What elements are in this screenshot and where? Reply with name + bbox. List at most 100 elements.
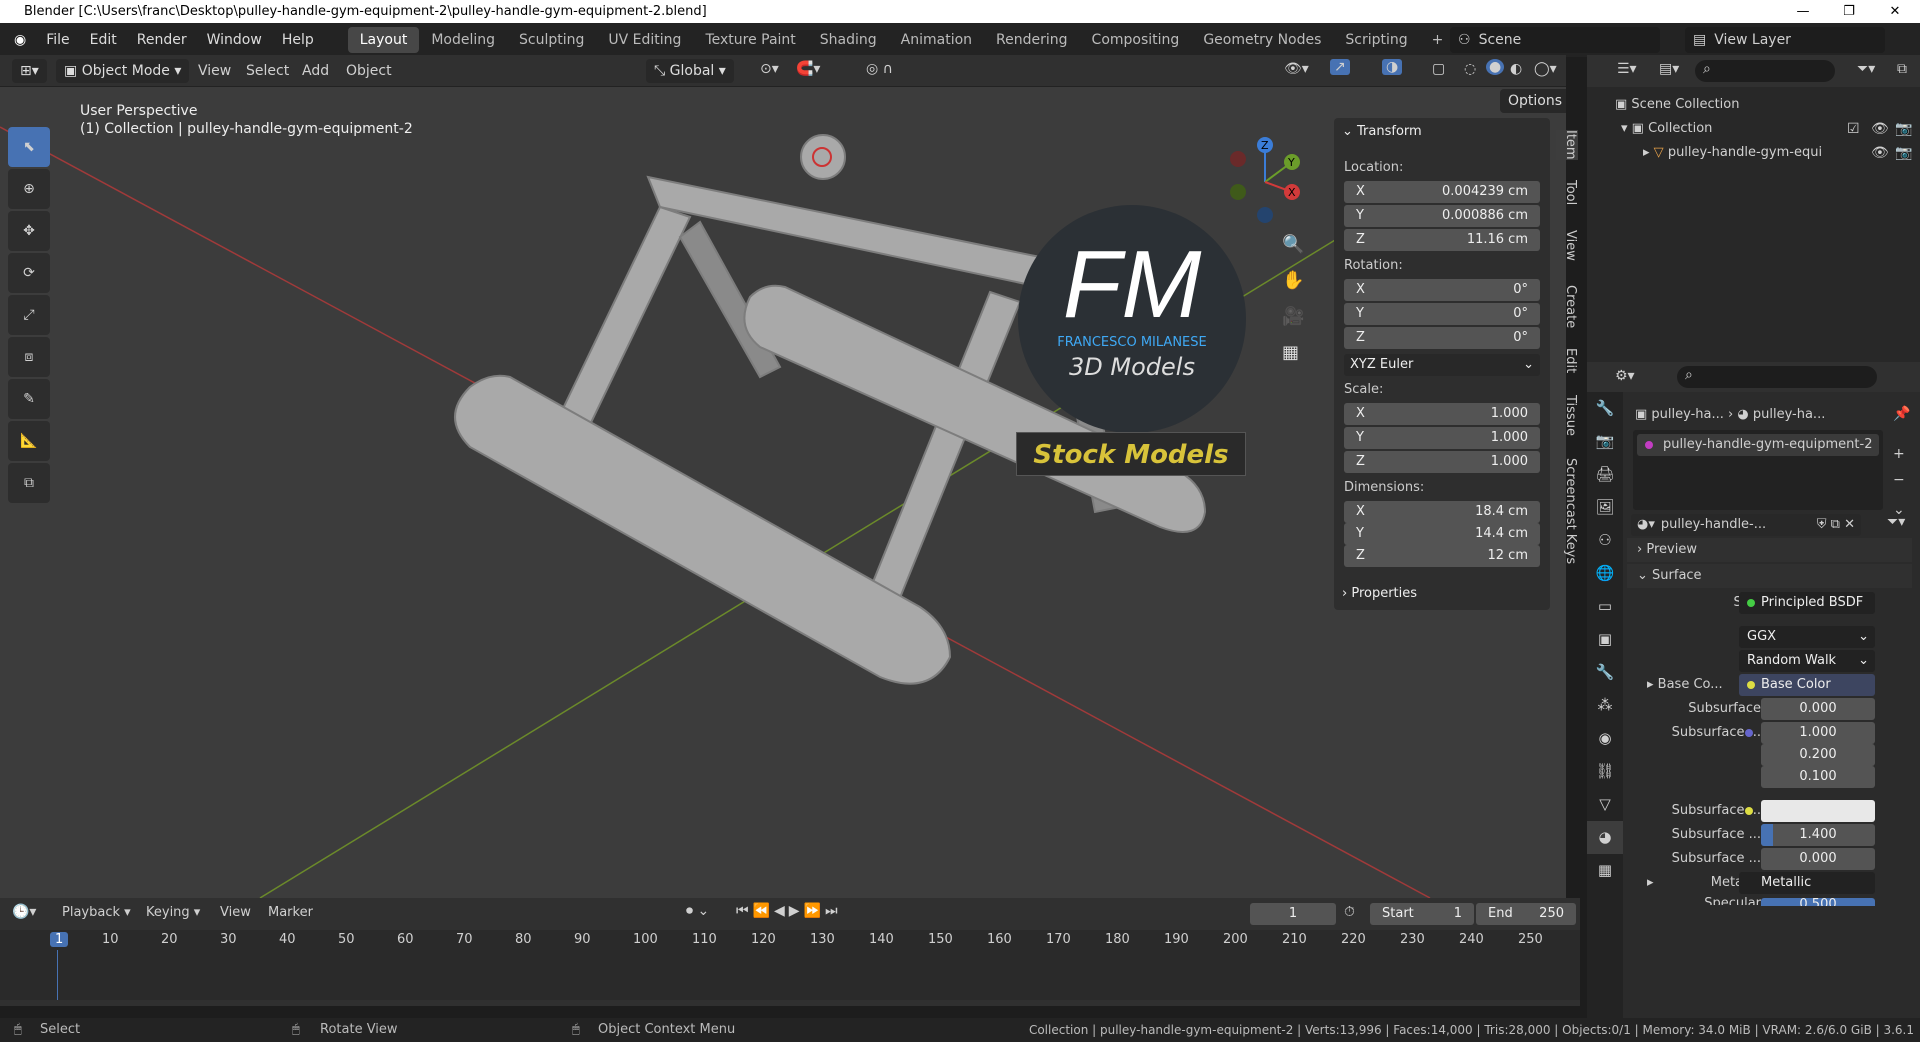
physics-props-icon[interactable]: ◉: [1587, 722, 1623, 755]
rotation-y-field[interactable]: Y 0°: [1344, 303, 1540, 325]
tab-compositing[interactable]: Compositing: [1080, 27, 1192, 53]
subsurface-radius-x[interactable]: 1.000: [1761, 722, 1875, 744]
node-filter-icon[interactable]: ⏷▾: [1887, 514, 1905, 530]
material-shading-icon[interactable]: ◐: [1510, 61, 1522, 77]
tab-screencast-keys[interactable]: Screencast Keys: [1556, 458, 1578, 564]
pivot-icon[interactable]: ⊙▾: [760, 61, 779, 77]
location-y-field[interactable]: Y 0.000886 cm: [1344, 205, 1540, 227]
tab-edit[interactable]: Edit: [1556, 348, 1578, 373]
surface-shader-field[interactable]: Principled BSDF: [1739, 592, 1875, 614]
scale-tool-icon[interactable]: ⤢: [8, 295, 50, 335]
material-slot-item[interactable]: pulley-handle-gym-equipment-2: [1637, 434, 1879, 456]
menu-object[interactable]: Object: [346, 63, 392, 79]
scene-collection-row[interactable]: ▣ Scene Collection: [1615, 97, 1740, 112]
current-frame-field[interactable]: 1: [1250, 903, 1336, 925]
scale-z-field[interactable]: Z 1.000: [1344, 451, 1540, 473]
filter-icon[interactable]: ⏷▾: [1857, 61, 1875, 77]
dimension-x-field[interactable]: X 18.4 cm: [1344, 501, 1540, 523]
playback-controls[interactable]: ⏮⏪◀▶⏩⏭: [736, 903, 842, 919]
menu-window[interactable]: Window: [197, 32, 272, 48]
base-color-field[interactable]: Base Color: [1739, 674, 1875, 696]
add-slot-icon[interactable]: +: [1893, 446, 1905, 462]
blender-logo-icon[interactable]: ◉: [0, 32, 36, 48]
viewport-3d[interactable]: User Perspective (1) Collection | pulley…: [0, 87, 1566, 898]
menu-timeline-view[interactable]: View: [220, 905, 251, 920]
stopwatch-icon[interactable]: ⏱: [1344, 904, 1355, 920]
subsurface-anisotropy-field[interactable]: 0.000: [1761, 848, 1875, 870]
distribution-dropdown[interactable]: GGX ⌄: [1739, 626, 1875, 648]
tab-item[interactable]: Item: [1556, 130, 1578, 160]
location-z-field[interactable]: Z 11.16 cm: [1344, 229, 1540, 251]
menu-keying[interactable]: Keying ▾: [146, 905, 200, 920]
properties-search-input[interactable]: ⌕: [1677, 366, 1877, 388]
view-layer-props-icon[interactable]: 🖼: [1587, 491, 1623, 524]
menu-file[interactable]: File: [36, 32, 79, 48]
tab-tool[interactable]: Tool: [1556, 180, 1578, 205]
add-cube-tool-icon[interactable]: ⧉: [8, 463, 50, 503]
tab-sculpting[interactable]: Sculpting: [507, 27, 596, 53]
subsurface-ior-field[interactable]: 1.400: [1761, 824, 1875, 846]
metallic-field[interactable]: Metallic: [1739, 872, 1875, 894]
move-tool-icon[interactable]: ✥: [8, 211, 50, 251]
transform-header[interactable]: ⌄ Transform: [1342, 124, 1422, 139]
subsurface-radius-z[interactable]: 0.100: [1761, 766, 1875, 788]
outliner-editor-icon[interactable]: ☰▾: [1617, 61, 1637, 77]
tab-create[interactable]: Create: [1556, 285, 1578, 328]
snap-icon[interactable]: 🧲▾: [796, 61, 820, 77]
rotation-mode-dropdown[interactable]: XYZ Euler ⌄: [1344, 354, 1540, 376]
editor-type-icon[interactable]: ⊞▾: [12, 59, 47, 83]
preview-panel-header[interactable]: › Preview: [1627, 538, 1912, 562]
tab-uv-editing[interactable]: UV Editing: [596, 27, 693, 53]
base-color-label[interactable]: ▸ Base Co...: [1647, 674, 1723, 696]
camera-render-icon[interactable]: 📷: [1895, 121, 1912, 137]
pan-hand-icon[interactable]: ✋: [1282, 263, 1304, 299]
output-props-icon[interactable]: 🖨: [1587, 458, 1623, 491]
overlay-toggle-icon[interactable]: ◑: [1382, 59, 1403, 75]
subsurface-field[interactable]: 0.000: [1761, 698, 1875, 720]
navigation-gizmo[interactable]: Z Y X: [1220, 137, 1310, 227]
tab-view[interactable]: View: [1556, 230, 1578, 261]
transform-orientation-dropdown[interactable]: ⤡ Global ▾: [646, 59, 734, 83]
wireframe-shading-icon[interactable]: ◌: [1464, 61, 1476, 77]
grid-icon[interactable]: ▦: [1282, 335, 1304, 371]
record-icon[interactable]: ⏺ ⌄: [686, 903, 709, 919]
proportional-edit-icon[interactable]: ◎ ∩: [866, 61, 893, 77]
data-props-icon[interactable]: ▽: [1587, 788, 1623, 821]
annotate-tool-icon[interactable]: ✎: [8, 379, 50, 419]
select-box-icon[interactable]: ⬉: [8, 127, 50, 167]
eye-icon[interactable]: 👁: [1871, 121, 1889, 137]
mode-dropdown[interactable]: ▣ Object Mode ▾: [56, 59, 190, 83]
checkbox-icon[interactable]: ☑: [1847, 121, 1860, 137]
menu-render[interactable]: Render: [127, 32, 197, 48]
eye-icon[interactable]: 👁: [1871, 145, 1889, 161]
constraints-props-icon[interactable]: ⛓: [1587, 755, 1623, 788]
object-props-icon[interactable]: ▣: [1587, 623, 1623, 656]
solid-shading-icon[interactable]: ●: [1486, 59, 1505, 75]
zoom-icon[interactable]: 🔍: [1282, 227, 1304, 263]
menu-add[interactable]: Add: [302, 63, 329, 79]
rotation-x-field[interactable]: X 0°: [1344, 279, 1540, 301]
new-collection-icon[interactable]: ⧉: [1897, 61, 1907, 77]
scale-x-field[interactable]: X 1.000: [1344, 403, 1540, 425]
display-mode-icon[interactable]: ▤▾: [1659, 61, 1679, 77]
measure-tool-icon[interactable]: 📐: [8, 421, 50, 461]
surface-panel-header[interactable]: ⌄ Surface: [1627, 564, 1912, 588]
tab-shading[interactable]: Shading: [808, 27, 889, 53]
menu-help[interactable]: Help: [272, 32, 324, 48]
timeline-track[interactable]: 1 10 20 30 40 50 60 70 80 90 100 110 120 130 140 150 160…: [0, 930, 1580, 1000]
view-layer-selector[interactable]: ▤ View Layer: [1685, 27, 1885, 53]
object-row[interactable]: ▸ ▽ pulley-handle-gym-equi: [1643, 145, 1822, 160]
end-frame-field[interactable]: End 250: [1476, 903, 1576, 925]
tab-scripting[interactable]: Scripting: [1333, 27, 1419, 53]
subsurface-method-dropdown[interactable]: Random Walk ⌄: [1739, 650, 1875, 672]
tab-rendering[interactable]: Rendering: [984, 27, 1080, 53]
gizmo-toggle-icon[interactable]: ↗: [1330, 59, 1350, 75]
scene-selector[interactable]: ⚇ Scene: [1450, 27, 1660, 53]
tool-props-icon[interactable]: 🔧: [1587, 392, 1623, 425]
rotation-z-field[interactable]: Z 0°: [1344, 327, 1540, 349]
remove-slot-icon[interactable]: −: [1893, 472, 1905, 488]
scale-y-field[interactable]: Y 1.000: [1344, 427, 1540, 449]
render-props-icon[interactable]: 📷: [1587, 425, 1623, 458]
close-icon[interactable]: ✕: [1872, 0, 1918, 23]
metallic-label[interactable]: ▸: [1647, 872, 1654, 894]
